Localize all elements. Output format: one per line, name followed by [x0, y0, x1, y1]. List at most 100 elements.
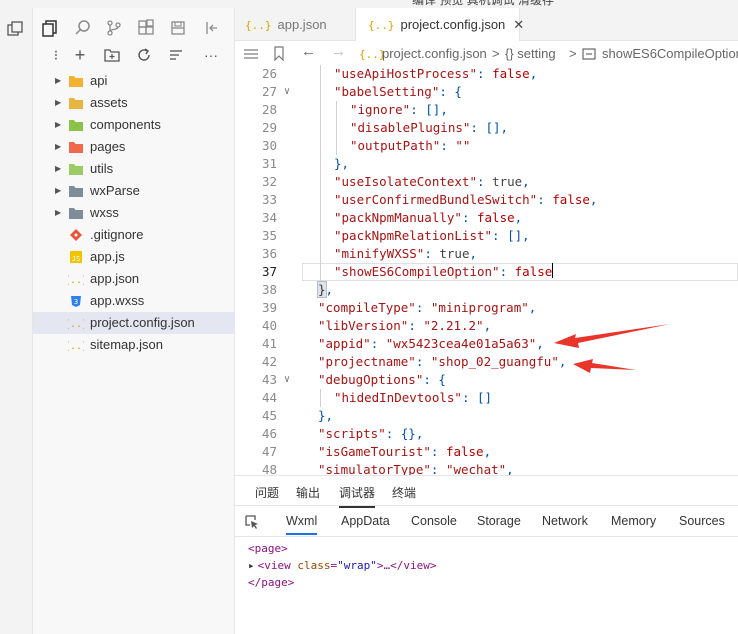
- code-line[interactable]: 28 "ignore": [],: [235, 101, 738, 119]
- search-icon[interactable]: [74, 19, 92, 37]
- code-line[interactable]: 26 "useApiHostProcess": false,: [235, 65, 738, 83]
- extensions-icon[interactable]: [137, 19, 155, 37]
- code-line[interactable]: 47 "isGameTourist": false,: [235, 443, 738, 461]
- devtools-tab[interactable]: Storage: [477, 514, 521, 528]
- bottom-panel: 问题 输出 调试器 终端 Wxml AppData Console Storage Netwo…: [235, 475, 738, 634]
- line-number: 44: [261, 390, 277, 405]
- new-folder-icon[interactable]: [103, 46, 121, 64]
- code-line[interactable]: 33 "userConfirmedBundleSwitch": false,: [235, 191, 738, 209]
- tree-item[interactable]: ▶ assets: [33, 92, 235, 114]
- token-pct: :: [370, 336, 386, 351]
- code-line[interactable]: 35 "packNpmRelationList": [],: [235, 227, 738, 245]
- tree-item[interactable]: {..} sitemap.json: [33, 334, 235, 356]
- collapse-sidebar-icon[interactable]: [203, 19, 221, 37]
- code-line[interactable]: 48 "simulatorType": "wechat",: [235, 461, 738, 475]
- chevron-right-icon[interactable]: ▶: [55, 136, 61, 158]
- tree-item[interactable]: {..} project.config.json: [33, 312, 235, 334]
- chevron-right-icon[interactable]: ▶: [55, 202, 61, 224]
- more-vertical-icon[interactable]: ⁝: [47, 46, 65, 64]
- panel-tab[interactable]: 输出: [296, 484, 320, 501]
- chevron-right-icon[interactable]: ▶: [55, 92, 61, 114]
- token-key: "outputPath": [350, 138, 441, 153]
- explorer-toggle-icon[interactable]: [6, 20, 24, 38]
- code-line[interactable]: 31},: [235, 155, 738, 173]
- devtools-tab[interactable]: Console: [411, 514, 457, 528]
- code-line[interactable]: 39 "compileType": "miniprogram",: [235, 299, 738, 317]
- bookmark-icon[interactable]: [273, 46, 285, 61]
- code-line[interactable]: 36 "minifyWXSS": true,: [235, 245, 738, 263]
- forward-arrow-icon[interactable]: →: [331, 43, 346, 60]
- wxss-file-icon: 3: [71, 296, 81, 307]
- chevron-right-icon[interactable]: ▶: [55, 158, 61, 180]
- code-line[interactable]: 32 "useIsolateContext": true,: [235, 173, 738, 191]
- code-editor[interactable]: 26 "useApiHostProcess": false, 27 ∨ "babelSe…: [235, 65, 738, 475]
- more-actions-icon[interactable]: ···: [199, 46, 223, 64]
- devtools-tab[interactable]: AppData: [341, 514, 390, 528]
- chevron-right-icon[interactable]: ▶: [55, 70, 61, 92]
- dom-node-view[interactable]: ▸ <view class="wrap">…</view>: [248, 557, 436, 574]
- code-line[interactable]: 46 "scripts": {},: [235, 425, 738, 443]
- code-line[interactable]: 42 "projectname": "shop_02_guangfu",: [235, 353, 738, 371]
- tree-item[interactable]: JS app.js: [33, 246, 235, 268]
- panel-tab[interactable]: 调试器: [339, 484, 376, 508]
- new-file-button[interactable]: +: [71, 46, 89, 64]
- tree-item-label: components: [90, 117, 161, 132]
- token-key: "showES6CompileOption": [334, 264, 500, 279]
- collapse-all-icon[interactable]: [167, 46, 185, 64]
- chevron-right-icon[interactable]: ▶: [55, 114, 61, 136]
- code-line[interactable]: 29 "disablePlugins": [],: [235, 119, 738, 137]
- storage-icon[interactable]: [169, 19, 187, 37]
- inspect-element-icon[interactable]: [244, 514, 260, 530]
- breadcrumb-separator: >: [569, 46, 577, 61]
- tree-item-label: project.config.json: [90, 315, 195, 330]
- tree-item[interactable]: ▶ pages: [33, 136, 235, 158]
- code-line[interactable]: 27 ∨ "babelSetting": {: [235, 83, 738, 101]
- breadcrumb-setting[interactable]: {} setting: [505, 46, 556, 61]
- devtools-tab[interactable]: Sources: [679, 514, 725, 528]
- dom-node-page[interactable]: <page>: [248, 540, 436, 557]
- token-pct: : {: [423, 372, 446, 387]
- devtools-tab[interactable]: Memory: [611, 514, 656, 528]
- code-line[interactable]: 38},: [235, 281, 738, 299]
- code-line[interactable]: 37 "showES6CompileOption": false: [235, 263, 738, 281]
- tree-item[interactable]: 3 app.wxss: [33, 290, 235, 312]
- fold-chevron-icon[interactable]: ∨: [284, 83, 290, 101]
- devtools-tab[interactable]: Network: [542, 514, 588, 528]
- tree-item[interactable]: .gitignore: [33, 224, 235, 246]
- tree-item[interactable]: ▶ utils: [33, 158, 235, 180]
- breadcrumb-option[interactable]: showES6CompileOption: [602, 46, 738, 61]
- tab-project-config-json[interactable]: {..} project.config.json ✕: [355, 8, 524, 41]
- code-line[interactable]: 40 "libVersion": "2.21.2",: [235, 317, 738, 335]
- breadcrumb-file[interactable]: project.config.json: [382, 46, 487, 61]
- code-line[interactable]: 44 "hidedInDevtools": []: [235, 389, 738, 407]
- line-number: 40: [261, 318, 277, 333]
- json-file-icon: {..}: [68, 319, 84, 330]
- code-line[interactable]: 43 ∨ "debugOptions": {: [235, 371, 738, 389]
- source-control-icon[interactable]: [105, 19, 123, 37]
- tree-item[interactable]: ▶ components: [33, 114, 235, 136]
- panel-tab[interactable]: 问题: [255, 484, 279, 501]
- code-text: "projectname": "shop_02_guangfu",: [318, 353, 566, 371]
- line-number: 29: [261, 120, 277, 135]
- folder-pages-icon: [69, 142, 83, 153]
- close-tab-icon[interactable]: ✕: [513, 17, 524, 32]
- refresh-icon[interactable]: [135, 46, 153, 64]
- devtools-tab[interactable]: Wxml: [286, 514, 318, 535]
- tree-item[interactable]: ▶ api: [33, 70, 235, 92]
- tree-item[interactable]: ▶ wxss: [33, 202, 235, 224]
- code-line[interactable]: 41 "appid": "wx5423cea4e01a5a63",: [235, 335, 738, 353]
- list-icon[interactable]: [243, 47, 259, 61]
- code-line[interactable]: 34 "packNpmManually": false,: [235, 209, 738, 227]
- panel-tab[interactable]: 终端: [392, 484, 416, 501]
- files-icon[interactable]: [41, 19, 59, 37]
- tree-item[interactable]: ▶ wxParse: [33, 180, 235, 202]
- json-file-icon: {..}: [368, 19, 395, 32]
- chevron-right-icon[interactable]: ▶: [55, 180, 61, 202]
- code-line[interactable]: 45},: [235, 407, 738, 425]
- tab-app-json[interactable]: {..} app.json: [245, 8, 357, 41]
- back-arrow-icon[interactable]: ←: [301, 43, 316, 60]
- tree-item[interactable]: {..} app.json: [33, 268, 235, 290]
- code-line[interactable]: 30 "outputPath": "": [235, 137, 738, 155]
- token-str: "shop_02_guangfu": [430, 354, 559, 369]
- fold-chevron-icon[interactable]: ∨: [284, 371, 290, 389]
